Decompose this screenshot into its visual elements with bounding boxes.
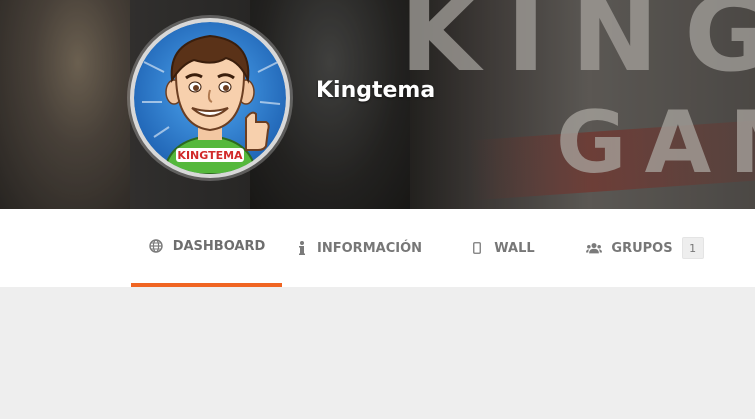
info-icon [296, 240, 308, 256]
tab-wall[interactable]: WALL [462, 209, 542, 287]
tab-wall-label: WALL [494, 240, 535, 256]
globe-icon [148, 238, 164, 254]
cover-shade [0, 0, 755, 209]
grupos-count-badge: 1 [681, 237, 704, 259]
profile-username: Kingtema [316, 78, 436, 103]
tab-dashboard[interactable]: DASHBOARD [131, 209, 282, 287]
content-area [0, 287, 755, 419]
tab-grupos-label: GRUPOS [611, 240, 673, 256]
mobile-icon [469, 240, 485, 256]
profile-nav: DASHBOARD INFORMACIÓN WALL GRUPOS 1 [0, 209, 755, 287]
tab-informacion-label: INFORMACIÓN [317, 240, 422, 256]
svg-text:KINGTEMA: KINGTEMA [177, 149, 243, 162]
tab-informacion[interactable]: INFORMACIÓN [296, 209, 422, 287]
tab-dashboard-label: DASHBOARD [172, 238, 266, 254]
avatar[interactable]: KINGTEMA [130, 18, 290, 178]
cartoon-avatar-icon: KINGTEMA [134, 22, 286, 174]
cover-banner: KING GAM KINGTEMA [0, 0, 755, 209]
users-icon [586, 240, 603, 256]
tab-grupos[interactable]: GRUPOS 1 [582, 209, 708, 287]
